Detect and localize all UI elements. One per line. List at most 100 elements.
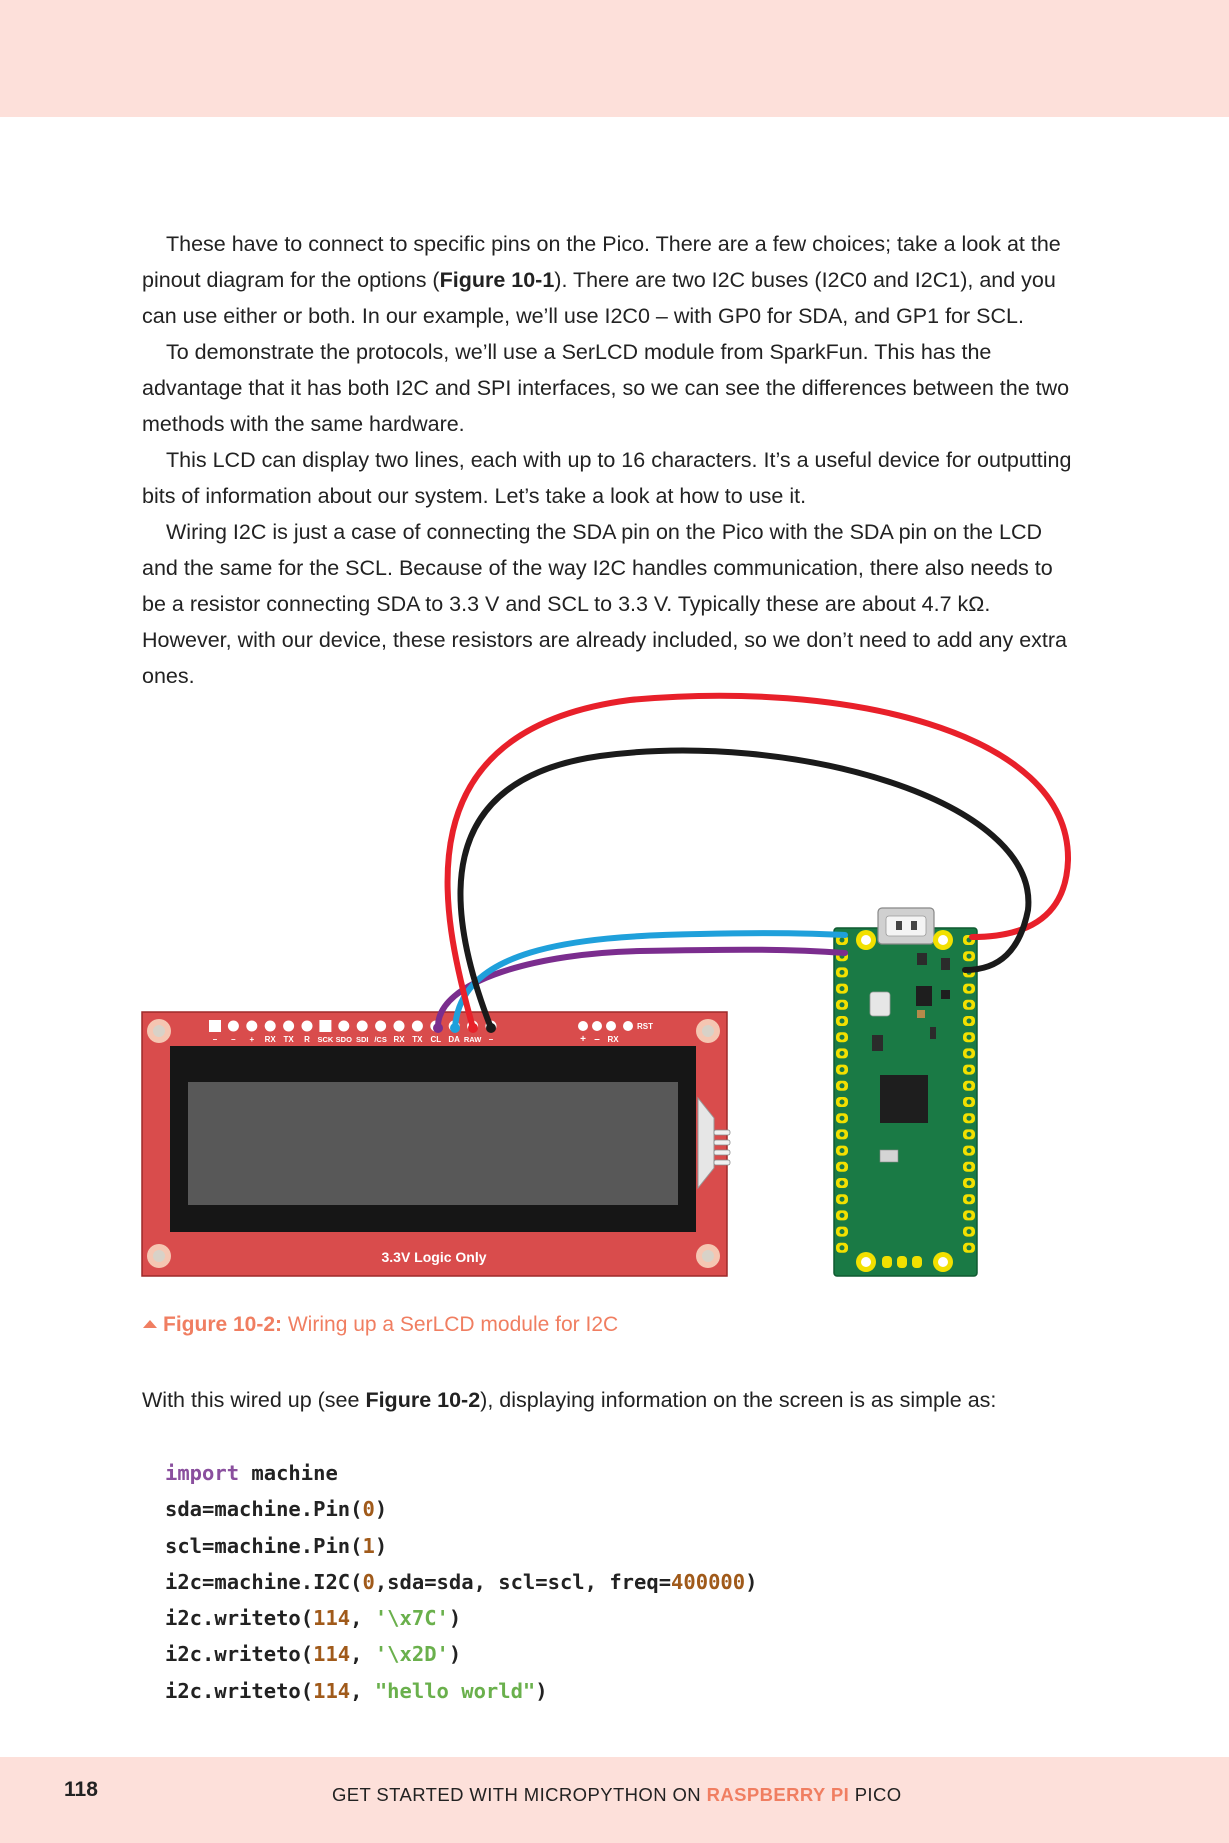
code-intro: With this wired up (see Figure 10-2), di… xyxy=(142,1388,997,1412)
lcd-header-pin xyxy=(411,1020,423,1032)
pico-pin-hole xyxy=(839,1229,845,1235)
lcd-header-pin xyxy=(356,1020,368,1032)
pico-pin-hole xyxy=(966,1212,972,1218)
pico-pin-hole xyxy=(839,1196,845,1202)
pico-pin-hole xyxy=(966,1067,972,1073)
wiring-diagram: – – + RX TX R SCK SDO SDI/CS RX TX CL DA RAW – RST + –… xyxy=(141,692,1072,1277)
lcd-pin-label: CL xyxy=(430,1035,441,1044)
code-line: scl=machine.Pin(1) xyxy=(165,1533,388,1558)
pico-pin-hole xyxy=(966,1034,972,1040)
running-footer: GET STARTED WITH MICROPYTHON ON RASPBERR… xyxy=(332,1784,902,1805)
pico-pin-hole xyxy=(966,1131,972,1137)
lcd-pin-label: – xyxy=(231,1035,236,1044)
pico-pin-hole xyxy=(966,1115,972,1121)
lcd-header-pin xyxy=(338,1020,350,1032)
pico-pin-hole xyxy=(839,1083,845,1089)
lcd-header-pin xyxy=(393,1020,405,1032)
lcd-pin-label: RAW xyxy=(464,1035,482,1044)
brand-name: RASPBERRY PI xyxy=(706,1784,850,1805)
pico-pin-hole xyxy=(966,1180,972,1186)
pico-pin-hole xyxy=(966,953,972,959)
lcd-pin-label: RX xyxy=(607,1035,619,1044)
lcd-pin-label: + xyxy=(580,1034,586,1045)
pico-pin-hole xyxy=(839,1034,845,1040)
pico-pin-hole xyxy=(966,1148,972,1154)
page-number: 118 xyxy=(64,1778,98,1801)
pico-pin-hole xyxy=(966,1018,972,1024)
lcd-header-pin xyxy=(283,1020,295,1032)
pico-pin-hole xyxy=(839,1180,845,1186)
lcd-pin-label: TX xyxy=(283,1035,294,1044)
lcd-pin-label: RX xyxy=(265,1035,277,1044)
code-line: i2c.writeto(114, "hello world") xyxy=(165,1678,548,1703)
header-band xyxy=(0,0,1229,117)
pico-pin-hole xyxy=(839,1245,845,1251)
lcd-pin-label: TX xyxy=(412,1035,423,1044)
lcd-pin-label: SCK xyxy=(317,1035,333,1044)
code-line: i2c.writeto(114, '\x7C') xyxy=(165,1606,462,1631)
pico-pin-hole xyxy=(966,1196,972,1202)
paragraph: These have to connect to specific pins o… xyxy=(142,232,1061,328)
pico-pin-hole xyxy=(839,1212,845,1218)
figure-reference: Figure 10-1 xyxy=(439,268,555,292)
lcd-pin-label: – xyxy=(594,1034,600,1045)
pico-pin-hole xyxy=(839,1164,845,1170)
lcd-screen xyxy=(188,1082,678,1205)
code-line: import machine xyxy=(165,1461,338,1485)
lcd-header-pin xyxy=(246,1020,258,1032)
paragraph: This LCD can display two lines, each wit… xyxy=(142,448,1072,508)
pico-pin-hole xyxy=(839,1099,845,1105)
pico-pin-hole xyxy=(966,1229,972,1235)
pico-pin-hole xyxy=(839,1148,845,1154)
pico-pin-hole xyxy=(839,1002,845,1008)
pico-pin-hole xyxy=(839,1018,845,1024)
mounting-hole xyxy=(696,1019,720,1043)
code-line: i2c.writeto(114, '\x2D') xyxy=(165,1642,462,1667)
figure-caption: Figure 10-2: Wiring up a SerLCD module f… xyxy=(143,1313,618,1337)
pico-pin-hole xyxy=(966,1002,972,1008)
pico-pin-hole xyxy=(839,1067,845,1073)
pico-pin-hole xyxy=(839,1131,845,1137)
lcd-pin-label: DA xyxy=(448,1035,460,1044)
mounting-hole xyxy=(147,1019,171,1043)
pico-pin-hole xyxy=(839,937,845,943)
pico-pin-hole xyxy=(966,1050,972,1056)
pico-pin-hole xyxy=(839,1115,845,1121)
lcd-rst-label: RST xyxy=(637,1022,653,1031)
lcd-logic-label: 3.3V Logic Only xyxy=(381,1249,486,1265)
mounting-hole xyxy=(696,1244,720,1268)
lcd-header-pin xyxy=(227,1020,239,1032)
pico-pin-hole xyxy=(966,986,972,992)
figure-reference: Figure 10-2 xyxy=(365,1388,481,1412)
pico-pin-hole xyxy=(966,1164,972,1170)
lcd-pin-label: – xyxy=(489,1035,494,1044)
pico-pin-hole xyxy=(839,986,845,992)
body-text: These have to connect to specific pins o… xyxy=(142,226,1074,694)
pico-pin-hole xyxy=(966,1099,972,1105)
lcd-header-pin xyxy=(209,1020,221,1032)
lcd-header-pin xyxy=(375,1020,387,1032)
pico-pin-hole xyxy=(966,1083,972,1089)
lcd-pin-label: + xyxy=(249,1035,254,1044)
lcd-header-pin xyxy=(319,1020,332,1032)
caption-triangle-icon xyxy=(143,1320,157,1328)
mounting-hole xyxy=(147,1244,171,1268)
lcd-pin-label: – xyxy=(213,1035,218,1044)
lcd-pin-label: R xyxy=(304,1035,310,1044)
code-line: i2c=machine.I2C(0,sda=sda, scl=scl, freq… xyxy=(165,1569,758,1594)
lcd-pin-label: /CS xyxy=(374,1035,387,1044)
paragraph: To demonstrate the protocols, we’ll use … xyxy=(142,340,1070,436)
bootsel-button[interactable] xyxy=(869,991,891,1017)
pico-board xyxy=(833,907,978,1277)
pico-pin-hole xyxy=(839,969,845,975)
lcd-header-pin xyxy=(264,1020,276,1032)
lcd-pin-label: RX xyxy=(393,1035,405,1044)
code-block: import machine sda=machine.Pin(0) scl=ma… xyxy=(165,1455,757,1709)
code-line: sda=machine.Pin(0) xyxy=(165,1497,388,1522)
lcd-pin-label: SDI xyxy=(356,1035,369,1044)
paragraph: Wiring I2C is just a case of connecting … xyxy=(142,520,1068,688)
serlcd-module: – – + RX TX R SCK SDO SDI/CS RX TX CL DA RAW – RST + –… xyxy=(141,1011,731,1277)
wiring-figure: – – + RX TX R SCK SDO SDI/CS RX TX CL DA RAW – RST + –… xyxy=(0,690,1229,1290)
pico-pin-hole xyxy=(839,1050,845,1056)
lcd-header-pin xyxy=(301,1020,313,1032)
